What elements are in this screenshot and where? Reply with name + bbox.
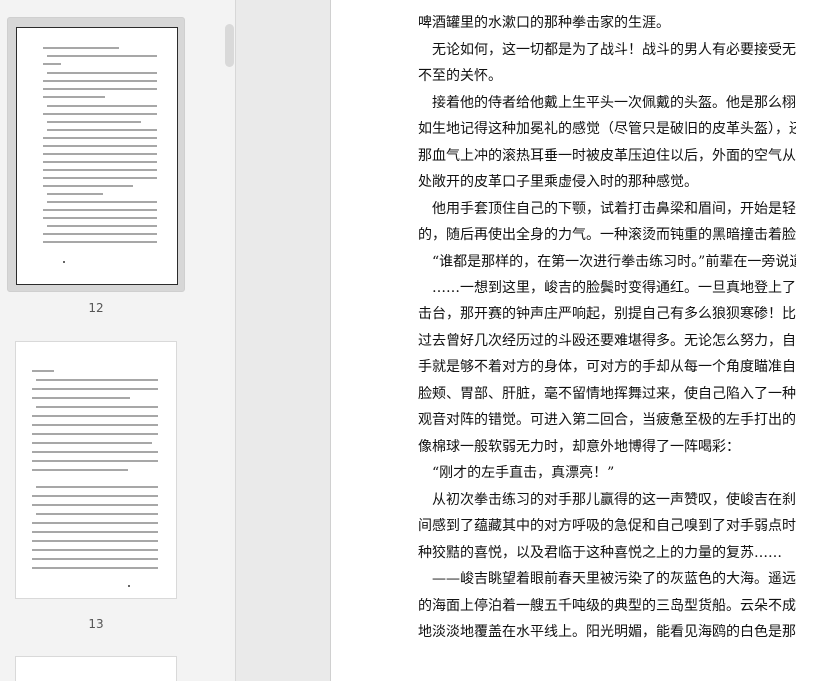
text-line: 他用手套顶住自己的下颚，试着打击鼻梁和眉间，开始是轻轻 (418, 201, 796, 217)
thumbnail-page-12[interactable] (7, 17, 185, 292)
thumbnail-page-12-image (17, 28, 177, 284)
thumbnail-page-14[interactable] (7, 648, 185, 681)
text-line: 处敞开的皮革口子里乘虚侵入时的那种感觉。 (418, 174, 698, 190)
thumbnail-page-13-label: 13 (88, 617, 104, 631)
thumbnail-page-12-label: 12 (88, 301, 104, 315)
text-line: 的，随后再使出全身的力气。一种滚烫而钝重的黑暗撞击着脸颊。 (418, 227, 796, 243)
text-line: 种狡黠的喜悦，以及君临于这种喜悦之上的力量的复苏…… (418, 545, 782, 561)
text-line: 那血气上冲的滚热耳垂一时被皮革压迫住以后，外面的空气从耳朵 (418, 148, 796, 164)
text-line: 不至的关怀。 (418, 68, 502, 84)
thumbnail-panel[interactable]: 12 13 (0, 0, 236, 681)
text-line: 过去曾好几次经历过的斗殴还要难堪得多。无论怎么努力，自己的 (418, 333, 796, 349)
text-line: 的海面上停泊着一艘五千吨级的典型的三岛型货船。云朵不成形 (418, 598, 796, 614)
text-line: 接着他的侍者给他戴上生平头一次佩戴的头盔。他是那么栩栩 (418, 95, 796, 111)
text-line: 脸颊、胃部、肝脏，毫不留情地挥舞过来，使自己陷入了一种与千手 (418, 386, 796, 402)
thumbnail-page-13-image (16, 342, 176, 598)
text-line: “谁都是那样的，在第一次进行拳击练习时。”前辈在一旁说道。 (418, 254, 796, 270)
reader-app: 12 13 啤酒罐里的水漱口的那种拳击家的生涯。 无论如何，这一切都是为了战斗！… (0, 0, 817, 681)
text-line: ……一想到这里，峻吉的脸鬓时变得通红。一旦真地登上了拳 (418, 280, 796, 296)
text-line: 击台，那开赛的钟声庄严响起，别提自己有多么狼狈寒碜！比自己 (418, 306, 796, 322)
thumbnail-page-13[interactable] (7, 333, 185, 608)
text-line: 啤酒罐里的水漱口的那种拳击家的生涯。 (418, 15, 670, 31)
text-line: 地淡淡地覆盖在水平线上。阳光明媚，能看见海鸥的白色是那么 (418, 624, 796, 640)
text-line: “刚才的左手直击，真漂亮！” (418, 465, 615, 481)
thumbnail-scrollbar[interactable] (225, 24, 234, 67)
text-line: 无论如何，这一切都是为了战斗！战斗的男人有必要接受无微 (418, 42, 796, 58)
text-line: 如生地记得这种加冕礼的感觉（尽管只是破旧的皮革头盔），还有当 (418, 121, 796, 137)
text-line: 像棉球一般软弱无力时，却意外地博得了一阵喝彩： (418, 439, 740, 455)
text-line: 从初次拳击练习的对手那儿赢得的这一声赞叹，使峻吉在刹那 (418, 492, 796, 508)
text-line: 手就是够不着对方的身体，可对方的手却从每一个角度瞄准自己的 (418, 359, 796, 375)
text-line: 间感到了蕴藏其中的对方呼吸的急促和自己嗅到了对手弱点时的那 (418, 518, 796, 534)
thumbnail-page-14-image (16, 657, 176, 681)
text-line: ——峻吉眺望着眼前春天里被污染了的灰蓝色的大海。遥远 (418, 571, 796, 587)
text-line: 观音对阵的错觉。可进入第二回合，当疲惫至极的左手打出的直击 (418, 412, 796, 428)
